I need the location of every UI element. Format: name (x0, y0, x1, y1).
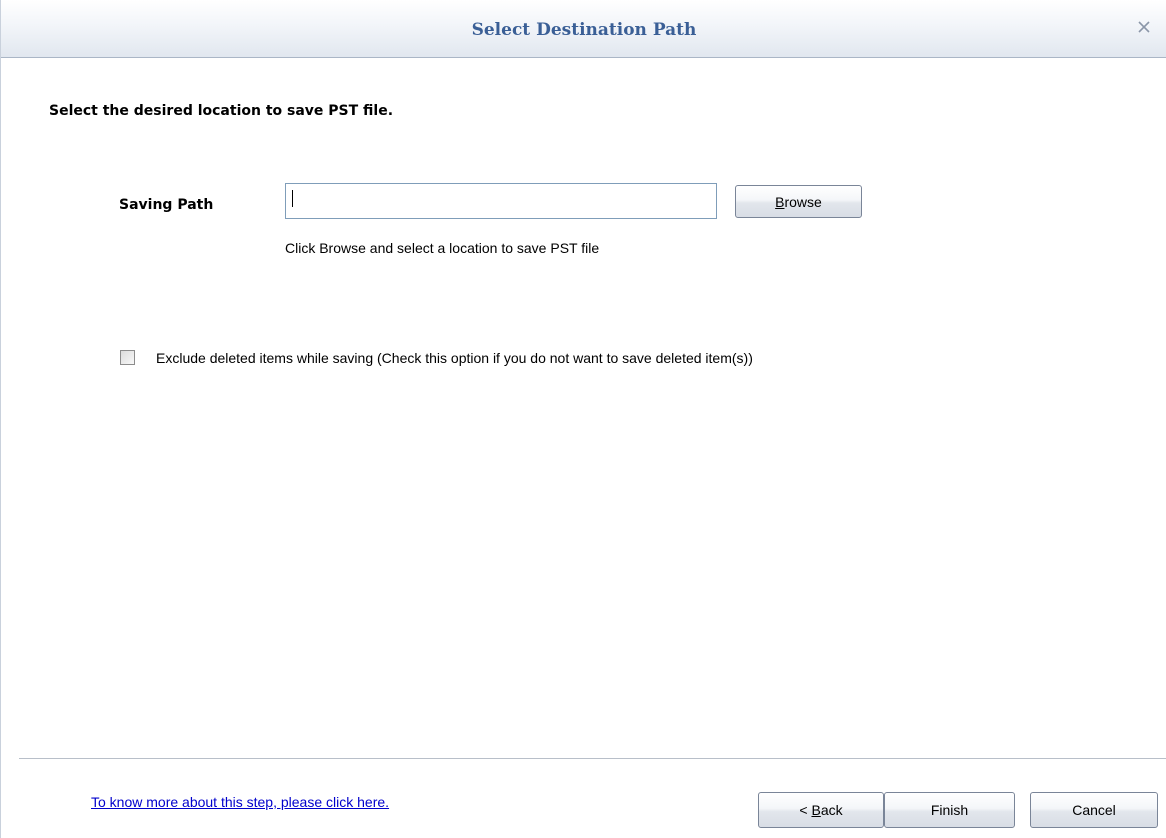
browse-label-rest: rowse (784, 193, 822, 210)
exclude-deleted-label[interactable]: Exclude deleted items while saving (Chec… (156, 350, 753, 366)
back-accelerator: B (811, 802, 821, 818)
text-cursor (292, 190, 293, 207)
title-bar[interactable]: Select Destination Path (1, 0, 1166, 58)
dialog-window: Select Destination Path Select the desir… (0, 0, 1166, 838)
back-prefix: < (799, 802, 812, 818)
saving-path-label: Saving Path (119, 197, 214, 213)
instruction-text: Select the desired location to save PST … (49, 103, 394, 119)
exclude-deleted-checkbox[interactable] (120, 350, 135, 365)
cancel-button[interactable]: Cancel (1030, 792, 1158, 828)
back-label-rest: ack (820, 802, 843, 818)
help-link[interactable]: To know more about this step, please cli… (91, 794, 389, 810)
browse-hint-text: Click Browse and select a location to sa… (285, 240, 600, 256)
back-button[interactable]: < Back (758, 792, 884, 828)
footer-divider (19, 758, 1166, 760)
dialog-title: Select Destination Path (471, 20, 697, 40)
close-icon[interactable] (1135, 18, 1153, 36)
finish-button[interactable]: Finish (884, 792, 1015, 828)
browse-button[interactable]: Browse (735, 185, 862, 218)
saving-path-input[interactable] (285, 183, 717, 219)
